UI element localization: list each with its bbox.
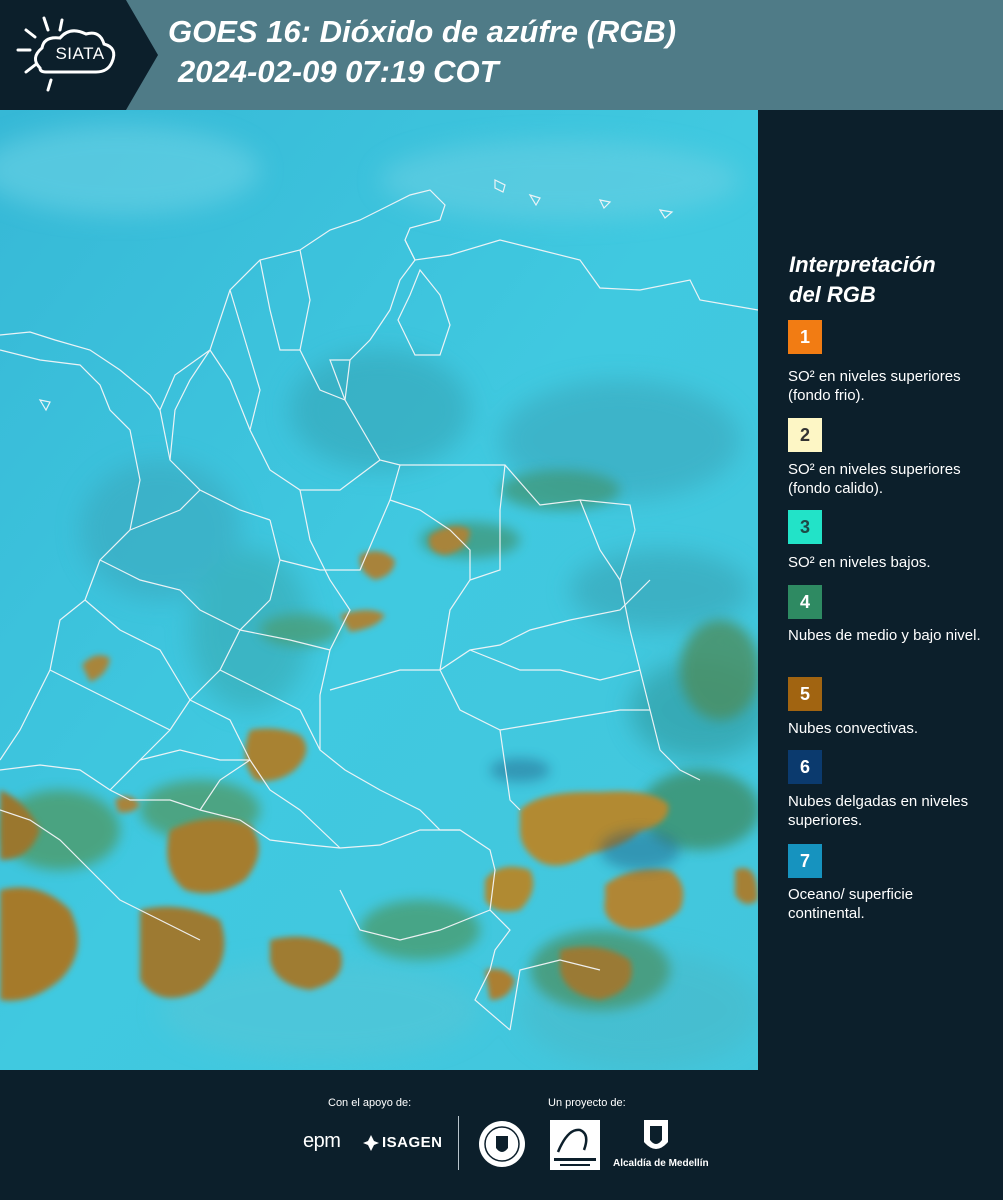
logo-text: SIATA bbox=[55, 44, 105, 63]
isagen-icon bbox=[362, 1134, 380, 1156]
support-label: Con el apoyo de: bbox=[328, 1097, 412, 1109]
legend-title-line2: del RGB bbox=[789, 282, 876, 307]
legend-swatch-5: 5 bbox=[788, 677, 822, 711]
legend-label-4: Nubes de medio y bajo nivel. bbox=[788, 627, 981, 644]
alcaldia-label: Alcaldía de Medellín bbox=[613, 1158, 709, 1169]
isagen-logo: ISAGEN bbox=[382, 1134, 443, 1151]
medellin-seal-icon bbox=[478, 1120, 526, 1172]
legend-title-line1: Interpretación bbox=[789, 252, 936, 277]
project-label: Un proyecto de: bbox=[548, 1097, 626, 1109]
legend-panel: Interpretación del RGB 1 SO² en niveles … bbox=[758, 110, 1003, 1070]
footer: Con el apoyo de: Un proyecto de: epm ISA… bbox=[0, 1070, 1003, 1200]
legend-swatch-6: 6 bbox=[788, 750, 822, 784]
legend-label-1: SO² en niveles superiores (fondo frio). bbox=[788, 368, 961, 404]
header-bar: SIATA GOES 16: Dióxido de azúfre (RGB) 2… bbox=[0, 0, 1003, 110]
page-title: GOES 16: Dióxido de azúfre (RGB) bbox=[168, 14, 677, 49]
page-timestamp: 2024-02-09 07:19 COT bbox=[178, 54, 499, 89]
legend-label-5: Nubes convectivas. bbox=[788, 720, 919, 737]
legend-label-3: SO² en niveles bajos. bbox=[788, 554, 931, 571]
footer-divider bbox=[458, 1116, 459, 1170]
legend-title: Interpretación del RGB bbox=[789, 250, 989, 310]
area-metropolitana-logo-icon bbox=[550, 1120, 600, 1174]
legend-swatch-2: 2 bbox=[788, 418, 822, 452]
satellite-map bbox=[0, 110, 758, 1070]
legend-label-2: SO² en niveles superiores (fondo calido)… bbox=[788, 461, 961, 497]
legend-swatch-3: 3 bbox=[788, 510, 822, 544]
siata-logo: SIATA bbox=[0, 0, 158, 110]
legend-label-6: Nubes delgadas en niveles superiores. bbox=[788, 793, 969, 829]
epm-logo: epm bbox=[303, 1130, 341, 1152]
legend-swatch-7: 7 bbox=[788, 844, 822, 878]
legend-swatch-1: 1 bbox=[788, 320, 822, 354]
alcaldia-shield-icon bbox=[642, 1118, 670, 1160]
legend-label-7: Oceano/ superficie continental. bbox=[788, 886, 914, 922]
legend-swatch-4: 4 bbox=[788, 585, 822, 619]
